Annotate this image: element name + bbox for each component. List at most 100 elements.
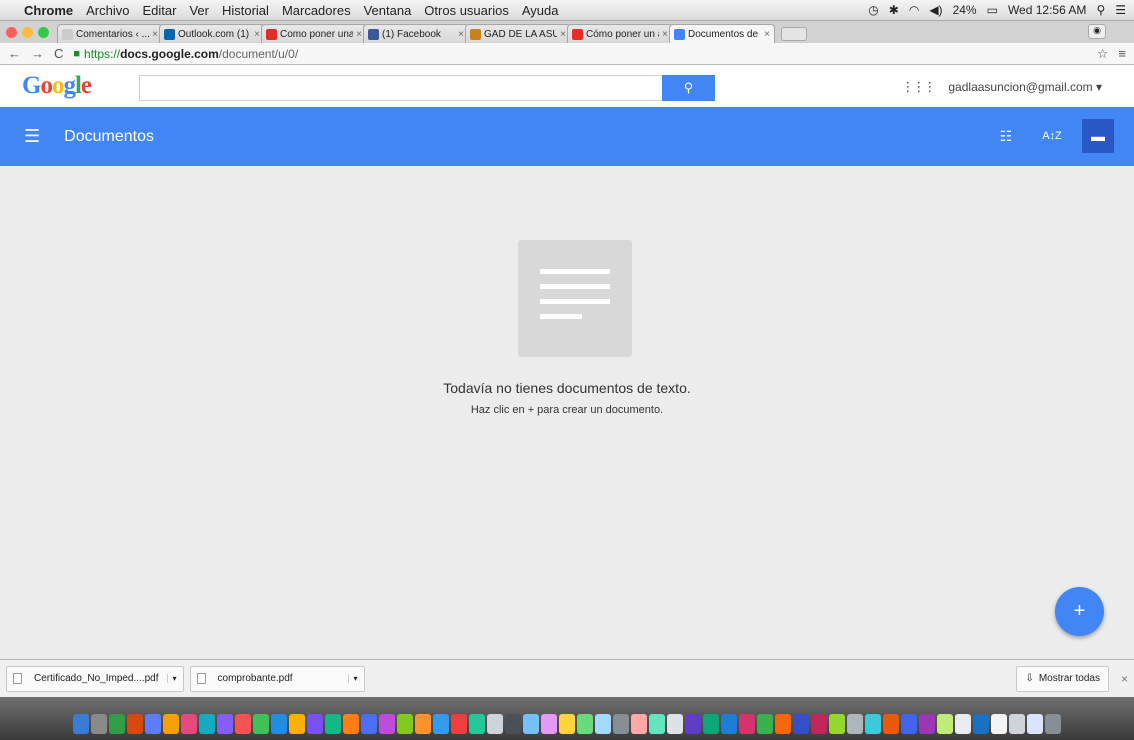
spotlight-icon[interactable]: ⚲: [1096, 3, 1105, 17]
dock-app-icon[interactable]: [595, 714, 611, 734]
dock-app-icon[interactable]: [127, 714, 143, 734]
close-window-button[interactable]: [6, 26, 17, 38]
apps-grid-icon[interactable]: ⋮⋮⋮: [901, 79, 936, 95]
menu-ventana[interactable]: Ventana: [364, 3, 412, 18]
menu-otros-usuarios[interactable]: Otros usuarios: [424, 3, 509, 18]
google-logo[interactable]: Google: [22, 72, 92, 100]
main-menu-icon[interactable]: ☰: [24, 126, 40, 147]
dock-app-icon[interactable]: [883, 714, 899, 734]
dock-app-icon[interactable]: [361, 714, 377, 734]
menu-archivo[interactable]: Archivo: [86, 3, 129, 18]
url-field[interactable]: ■ https:// docs.google.com /document/u/0…: [73, 47, 298, 61]
menu-app-name[interactable]: Chrome: [24, 3, 73, 18]
clock[interactable]: Wed 12:56 AM: [1008, 3, 1087, 17]
menu-ayuda[interactable]: Ayuda: [522, 3, 559, 18]
dock-app-icon[interactable]: [271, 714, 287, 734]
menu-historial[interactable]: Historial: [222, 3, 269, 18]
reload-icon[interactable]: C: [54, 46, 63, 61]
dock-app-icon[interactable]: [469, 714, 485, 734]
dock-app-icon[interactable]: [523, 714, 539, 734]
dock-app-icon[interactable]: [937, 714, 953, 734]
close-tab-icon[interactable]: ×: [662, 29, 668, 40]
dock-app-icon[interactable]: [973, 714, 989, 734]
profile-icon[interactable]: ◉: [1088, 24, 1106, 39]
dock-app-icon[interactable]: [289, 714, 305, 734]
menu-marcadores[interactable]: Marcadores: [282, 3, 351, 18]
close-tab-icon[interactable]: ×: [356, 29, 362, 40]
dock-app-icon[interactable]: [865, 714, 881, 734]
dock-app-icon[interactable]: [1045, 714, 1061, 734]
dock-app-icon[interactable]: [775, 714, 791, 734]
dock-app-icon[interactable]: [73, 714, 89, 734]
dock-app-icon[interactable]: [163, 714, 179, 734]
dock-app-icon[interactable]: [199, 714, 215, 734]
close-downloads-bar-icon[interactable]: ×: [1121, 672, 1128, 686]
search-button[interactable]: ⚲: [662, 75, 715, 101]
dock-app-icon[interactable]: [901, 714, 917, 734]
close-tab-icon[interactable]: ×: [152, 29, 158, 40]
browser-tab[interactable]: Outlook.com (1) - c×: [159, 24, 265, 43]
show-all-downloads-button[interactable]: ⇩ Mostrar todas: [1016, 665, 1109, 692]
back-icon[interactable]: ←: [8, 46, 21, 61]
close-tab-icon[interactable]: ×: [560, 29, 566, 40]
close-tab-icon[interactable]: ×: [254, 29, 260, 40]
dock-app-icon[interactable]: [1009, 714, 1025, 734]
dock-app-icon[interactable]: [505, 714, 521, 734]
dock-app-icon[interactable]: [379, 714, 395, 734]
browser-tab[interactable]: (1) Facebook ×: [363, 24, 469, 43]
dock-app-icon[interactable]: [649, 714, 665, 734]
browser-tab[interactable]: Como poner una ga×: [261, 24, 367, 43]
volume-icon[interactable]: ◀): [929, 3, 942, 17]
dock-app-icon[interactable]: [577, 714, 593, 734]
dock-app-icon[interactable]: [613, 714, 629, 734]
forward-icon[interactable]: →: [31, 46, 44, 61]
chrome-menu-icon[interactable]: ≡: [1118, 46, 1126, 62]
dock-app-icon[interactable]: [559, 714, 575, 734]
sort-az-icon[interactable]: A↕Z: [1036, 119, 1068, 153]
notification-center-icon[interactable]: ☰: [1115, 3, 1126, 17]
time-machine-icon[interactable]: ◷: [868, 3, 878, 17]
create-document-button[interactable]: +: [1055, 587, 1104, 636]
dock-app-icon[interactable]: [991, 714, 1007, 734]
browser-tab[interactable]: Comentarios ‹ ...::Bl×: [57, 24, 163, 43]
dock-app-icon[interactable]: [739, 714, 755, 734]
bookmark-star-icon[interactable]: ☆: [1097, 46, 1109, 62]
dock-app-icon[interactable]: [307, 714, 323, 734]
dock-app-icon[interactable]: [235, 714, 251, 734]
dock-app-icon[interactable]: [109, 714, 125, 734]
dock-app-icon[interactable]: [829, 714, 845, 734]
dock-app-icon[interactable]: [919, 714, 935, 734]
browser-tab[interactable]: Documentos de Go×: [669, 24, 775, 43]
new-tab-button[interactable]: [781, 27, 807, 41]
dock-app-icon[interactable]: [757, 714, 773, 734]
dock-app-icon[interactable]: [253, 714, 269, 734]
dock-app-icon[interactable]: [397, 714, 413, 734]
dock-app-icon[interactable]: [685, 714, 701, 734]
dock-app-icon[interactable]: [811, 714, 827, 734]
dock-app-icon[interactable]: [181, 714, 197, 734]
dock-app-icon[interactable]: [451, 714, 467, 734]
close-tab-icon[interactable]: ×: [764, 29, 770, 40]
close-tab-icon[interactable]: ×: [458, 29, 464, 40]
dock-app-icon[interactable]: [91, 714, 107, 734]
chevron-down-icon[interactable]: ▾: [347, 674, 358, 683]
dock-app-icon[interactable]: [487, 714, 503, 734]
dock-app-icon[interactable]: [325, 714, 341, 734]
dock-app-icon[interactable]: [343, 714, 359, 734]
list-view-icon[interactable]: ☷: [990, 119, 1022, 153]
dock-app-icon[interactable]: [793, 714, 809, 734]
account-email[interactable]: gadlaasuncion@gmail.com ▾: [948, 80, 1102, 94]
dock-app-icon[interactable]: [955, 714, 971, 734]
search-input[interactable]: [139, 75, 662, 101]
bluetooth-icon[interactable]: ✱: [889, 3, 899, 17]
menu-ver[interactable]: Ver: [189, 3, 209, 18]
browser-tab[interactable]: GAD DE LA ASUNCI×: [465, 24, 571, 43]
dock-app-icon[interactable]: [145, 714, 161, 734]
chevron-down-icon[interactable]: ▾: [166, 674, 177, 683]
battery-percent[interactable]: 24%: [953, 3, 977, 17]
minimize-window-button[interactable]: [22, 26, 33, 38]
dock-app-icon[interactable]: [631, 714, 647, 734]
dock-app-icon[interactable]: [703, 714, 719, 734]
dock-app-icon[interactable]: [415, 714, 431, 734]
dock-app-icon[interactable]: [217, 714, 233, 734]
